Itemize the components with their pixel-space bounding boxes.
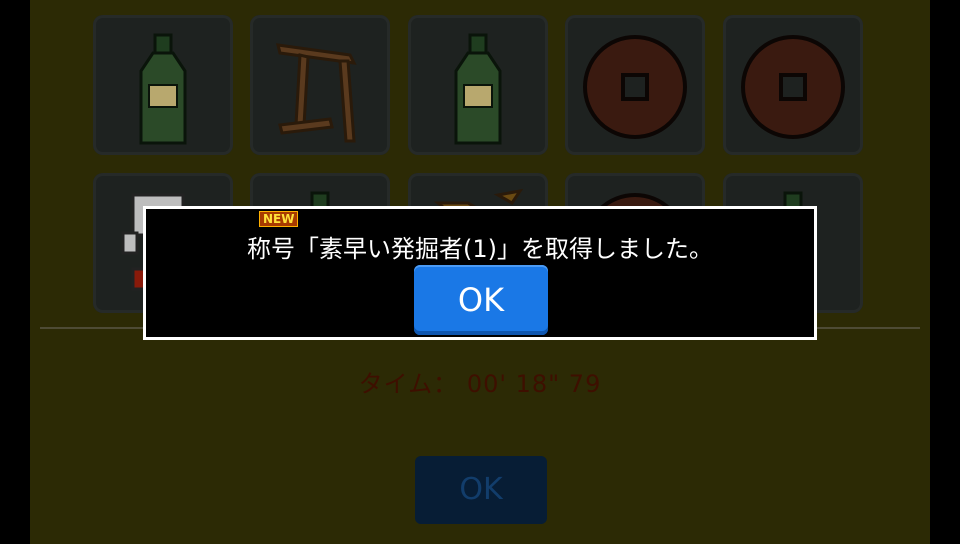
card-bottle[interactable] [93, 15, 233, 155]
card-coin[interactable] [723, 15, 863, 155]
bottle-icon [139, 33, 187, 145]
achievement-dialog: NEW 称号「素早い発掘者(1)」を取得しました。 OK [143, 206, 817, 340]
coin-icon [741, 35, 845, 139]
ok-button-background: OK [415, 456, 547, 524]
timer-value: 00' 18" 79 [466, 370, 602, 398]
dialog-message: 称号「素早い発掘者(1)」を取得しました。 [247, 235, 713, 263]
wooden-stick-icon [276, 43, 357, 143]
new-badge: NEW [259, 211, 299, 227]
bottle-icon [454, 33, 502, 145]
card-bottle[interactable] [408, 15, 548, 155]
card-torii-stick[interactable] [250, 15, 390, 155]
timer-display: タイム： 00' 18" 79 [30, 364, 930, 399]
ok-button[interactable]: OK [414, 265, 548, 335]
timer-label: タイム： [358, 370, 459, 398]
coin-icon [583, 35, 687, 139]
card-coin[interactable] [565, 15, 705, 155]
